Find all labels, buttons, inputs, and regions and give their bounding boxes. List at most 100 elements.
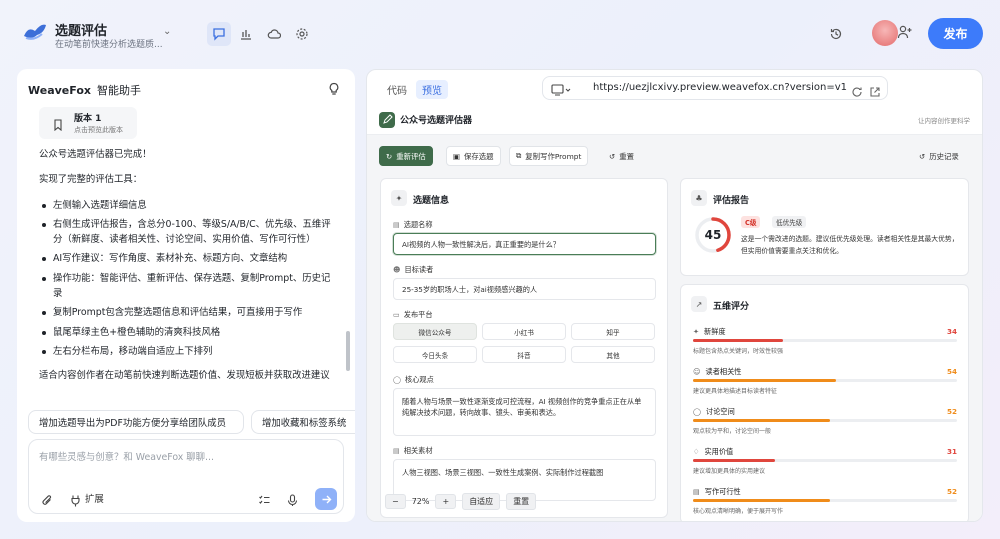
copy-prompt-label: 复制写作Prompt (525, 151, 582, 161)
dimension-score: 34 (946, 327, 957, 336)
arrow-right-icon (322, 495, 331, 503)
url-bar[interactable]: https://uezjlcxivy.preview.weavefox.cn?v… (542, 76, 888, 100)
dimension-title: 五维评分 (713, 302, 750, 312)
url-text[interactable]: https://uezjlcxivy.preview.weavefox.cn?v… (593, 82, 847, 93)
settings-gear-icon[interactable] (292, 24, 312, 44)
bookmark-icon (53, 116, 63, 132)
refresh-icon[interactable] (851, 83, 863, 97)
weavefox-logo-icon (24, 24, 46, 40)
history-icon[interactable] (826, 24, 846, 44)
dimension-note: 建议增加更具体的实用建议 (693, 468, 766, 475)
dimension-name: ☺ 读者相关性 (693, 367, 741, 377)
dimension-name: ♢ 实用价值 (693, 447, 733, 457)
reset-button-label: 重置 (619, 151, 634, 161)
expand-button[interactable]: 扩展 (85, 491, 104, 505)
dimension-bar (693, 339, 957, 342)
list-item: 左侧输入选题详细信息 (39, 198, 339, 213)
publish-button[interactable]: 发布 (928, 18, 983, 49)
chat-input-placeholder: 有哪些灵感与创意？和 WeaveFox 聊聊... (39, 452, 215, 463)
platform-option-douyin[interactable]: 抖音 (482, 346, 566, 363)
reset-button[interactable]: ↺ 重置 (603, 146, 640, 166)
platform-option-other[interactable]: 其他 (571, 346, 655, 363)
dimension-bar-fill (693, 459, 775, 462)
dimension-label: 讨论空间 (706, 407, 735, 416)
copy-icon: ⧉ (516, 151, 522, 160)
microphone-icon[interactable] (286, 492, 300, 506)
open-external-icon[interactable] (869, 83, 881, 97)
dimension-row: ♢ 实用价值 31 建议增加更具体的实用建议 (693, 447, 957, 481)
reset-icon: ↺ (609, 151, 616, 161)
cloud-icon[interactable] (264, 24, 284, 44)
chart-icon[interactable] (236, 24, 256, 44)
dimension-note: 核心观点清晰明确，便于展开写作 (693, 508, 784, 515)
user-icon: ☻ (393, 265, 401, 274)
platform-option-zhihu[interactable]: 知乎 (571, 323, 655, 340)
chat-input[interactable]: 有哪些灵感与创意？和 WeaveFox 聊聊... 扩展 (28, 439, 344, 514)
reevaluate-button[interactable]: ↻ 重新评估 (379, 146, 433, 166)
dimension-label: 读者相关性 (705, 367, 742, 376)
dimension-label: 实用价值 (704, 447, 734, 456)
zoom-out-button[interactable]: − (385, 493, 406, 509)
checklist-icon[interactable] (258, 492, 272, 506)
attachment-icon[interactable] (41, 492, 55, 506)
app-header: 公众号选题评估器 让内容创作更科学 (367, 105, 982, 135)
chat-icon[interactable] (207, 22, 231, 46)
list-item: 操作功能：智能评估、重新评估、保存选题、复制Prompt、历史记录 (39, 271, 339, 302)
copy-prompt-button[interactable]: ⧉ 复制写作Prompt (509, 146, 589, 166)
app-tagline: 让内容创作更科学 (918, 117, 970, 125)
save-topic-button[interactable]: ▣ 保存选题 (446, 146, 501, 166)
message-paragraph: 公众号选题评估器已完成！ (39, 149, 152, 160)
device-select-icon[interactable] (551, 82, 571, 96)
tab-code[interactable]: 代码 (381, 80, 413, 99)
chat-panel: WeaveFox 智能助手 版本 1 点击预览此版本 公众号选题评估器已完成！ 实… (17, 69, 355, 522)
list-item: 复制Prompt包含完整选题信息和评估结果，可直接用于写作 (39, 305, 339, 320)
plugin-icon[interactable] (69, 492, 83, 507)
message-paragraph: 实现了完整的评估工具： (39, 174, 143, 186)
dimension-row: ▤ 写作可行性 52 核心观点清晰明确，便于展开写作 (693, 487, 957, 521)
assistant-name: WeaveFox (28, 84, 91, 97)
dimension-name: ◯ 讨论空间 (693, 407, 735, 417)
topic-card-title: 选题信息 (413, 196, 450, 206)
refresh-icon: ↻ (386, 151, 393, 161)
lightbulb-icon[interactable] (327, 81, 341, 95)
version-card[interactable]: 版本 1 点击预览此版本 (39, 107, 137, 139)
zoom-reset-button[interactable]: 重置 (506, 492, 537, 510)
user-avatar[interactable] (872, 20, 898, 46)
chat-scrollbar[interactable] (346, 331, 350, 371)
zoom-level: 72% (411, 496, 430, 506)
history-button[interactable]: ↺ 历史记录 (913, 146, 965, 166)
suggestion-chip[interactable]: 增加选题导出为PDF功能方便分享给团队成员 (28, 410, 244, 434)
dimension-label: 新鲜度 (704, 327, 726, 336)
dimension-bar (693, 459, 957, 462)
users-icon: ☺ (693, 367, 701, 376)
dimension-row: ◯ 讨论空间 52 观点较为平和，讨论空间一般 (693, 407, 957, 441)
target-readers-input[interactable]: 25-35岁的职场人士，对ai视频感兴趣的人 (393, 278, 656, 300)
add-user-icon[interactable] (897, 24, 915, 42)
readers-label: 目标读者 (404, 265, 434, 274)
zoom-in-button[interactable]: + (435, 493, 457, 509)
suggestion-chip[interactable]: 增加收藏和标签系统 (251, 410, 355, 434)
dimension-bar-fill (693, 499, 831, 502)
preview-viewport: 公众号选题评估器 让内容创作更科学 ↻ 重新评估 ▣ 保存选题 ⧉ 复制写作Promp… (367, 105, 982, 521)
dimension-name: ▤ 写作可行性 (693, 487, 741, 497)
grade-badge: C级 (741, 216, 761, 228)
dimension-bar-fill (693, 339, 783, 342)
send-button[interactable] (315, 488, 337, 510)
topic-info-card: ✦ 选题信息 ▤ 选题名称 AI视频的人物一致性解决后，真正重要的是什么？ ☻ 目标… (380, 178, 668, 518)
history-button-label: 历史记录 (929, 151, 959, 161)
tab-preview[interactable]: 预览 (416, 80, 448, 99)
assistant-role: 智能助手 (96, 84, 141, 97)
topic-name-input[interactable]: AI视频的人物一致性解决后，真正重要的是什么？ (393, 233, 656, 255)
fit-button[interactable]: 自适应 (462, 492, 501, 510)
dimension-name: ✦ 新鲜度 (693, 327, 726, 337)
core-view-textarea[interactable]: 随着人物与场景一致性逐渐变成可控流程，AI 视频创作的竞争重点正在从单纯解决技术… (393, 388, 656, 436)
platform-option-xiaohongshu[interactable]: 小红书 (482, 323, 566, 340)
platform-option-toutiao[interactable]: 今日头条 (393, 346, 477, 363)
report-summary: 这是一个需改进的选题。建议低优先级处理。读者相关性是其最大优势，但实用价值需要重… (741, 235, 959, 255)
dimension-bar (693, 379, 957, 382)
chevron-down-icon[interactable]: ⌄ (163, 26, 171, 37)
trending-icon: ↗ (691, 296, 707, 312)
dimension-bar (693, 419, 957, 422)
platform-option-wechat[interactable]: 微信公众号 (393, 323, 477, 340)
dimension-score: 52 (946, 487, 957, 496)
